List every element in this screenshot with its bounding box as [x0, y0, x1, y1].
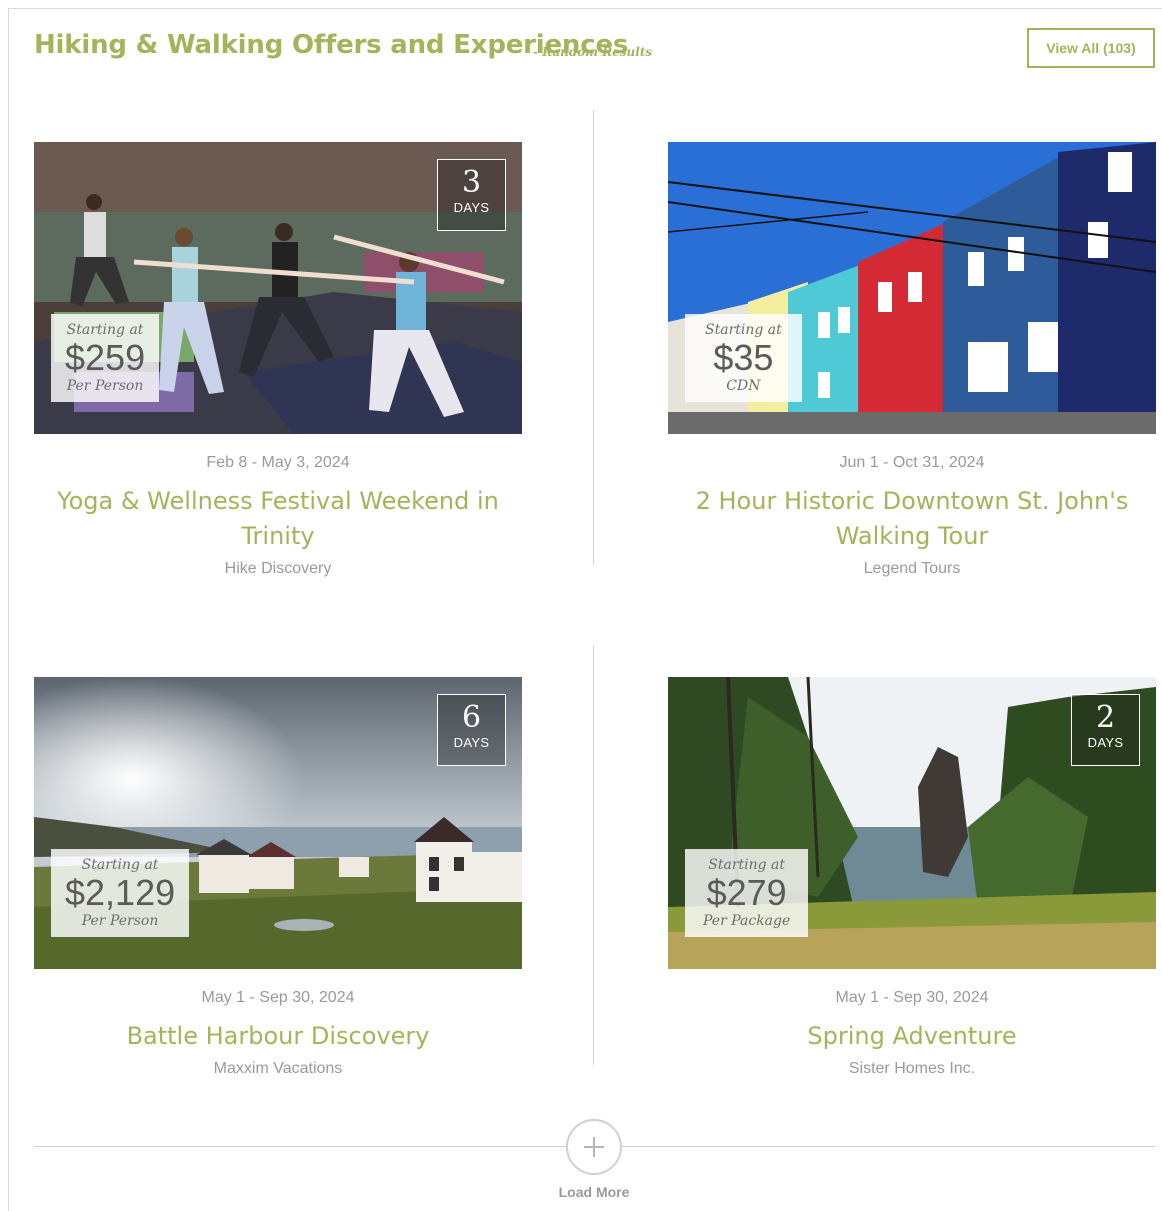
- offer-vendor: Sister Homes Inc.: [848, 1060, 976, 1077]
- view-all-button[interactable]: View All (103): [1027, 28, 1155, 68]
- offer-dates: May 1 - Sep 30, 2024: [201, 989, 355, 1006]
- days-label: DAYS: [453, 200, 490, 215]
- price-prefix: Starting at: [708, 857, 786, 873]
- days-badge: 2 DAYS: [1071, 694, 1140, 766]
- offer-image-battle-harbour[interactable]: 6 DAYS Starting at $2,129 Per Person: [34, 677, 522, 969]
- offer-dates: Feb 8 - May 3, 2024: [206, 454, 350, 471]
- price-prefix: Starting at: [705, 322, 782, 338]
- price-unit: Per Person: [66, 378, 144, 394]
- offer-vendor: Legend Tours: [863, 560, 961, 577]
- price-unit: Per Package: [703, 913, 791, 929]
- days-number: 2: [1095, 700, 1116, 735]
- offer-card[interactable]: Starting at $35 CDN Jun 1 - Oct 31, 2024…: [668, 142, 1156, 578]
- offer-dates: May 1 - Sep 30, 2024: [835, 989, 989, 1006]
- price-value: $259: [65, 337, 146, 378]
- random-results-note: - Random Results: [533, 45, 653, 59]
- days-label: DAYS: [1087, 735, 1124, 750]
- offer-image-sea-stack[interactable]: 2 DAYS Starting at $279 Per Package: [668, 677, 1156, 969]
- price-badge: Starting at $35 CDN: [685, 314, 802, 402]
- offer-card[interactable]: 2 DAYS Starting at $279 Per Package May …: [668, 677, 1156, 1078]
- offer-dates: Jun 1 - Oct 31, 2024: [839, 454, 985, 471]
- price-prefix: Starting at: [66, 322, 144, 338]
- price-badge: Starting at $259 Per Person: [51, 314, 160, 402]
- load-more-label[interactable]: Load More: [534, 1184, 654, 1200]
- offer-title-link[interactable]: 2 Hour Historic Downtown St. John's Walk…: [668, 484, 1156, 554]
- column-divider: [593, 110, 594, 565]
- offer-vendor: Hike Discovery: [224, 560, 332, 577]
- offer-vendor: Maxxim Vacations: [213, 1060, 343, 1077]
- days-badge: 6 DAYS: [437, 694, 506, 766]
- price-unit: Per Person: [81, 913, 159, 929]
- days-number: 3: [461, 165, 482, 200]
- offer-card[interactable]: 3 DAYS Starting at $259 Per Person Feb 8…: [34, 142, 522, 578]
- offer-image-jellybean-row[interactable]: Starting at $35 CDN: [668, 142, 1156, 434]
- price-value: $35: [713, 337, 774, 378]
- offer-title-link[interactable]: Battle Harbour Discovery: [34, 1019, 522, 1054]
- offer-title-link[interactable]: Spring Adventure: [668, 1019, 1156, 1054]
- price-badge: Starting at $2,129 Per Person: [51, 849, 190, 937]
- column-divider: [593, 645, 594, 1065]
- price-prefix: Starting at: [81, 857, 159, 873]
- days-badge: 3 DAYS: [437, 159, 506, 231]
- offer-card[interactable]: 6 DAYS Starting at $2,129 Per Person May…: [34, 677, 522, 1078]
- offer-image-yoga[interactable]: 3 DAYS Starting at $259 Per Person: [34, 142, 522, 434]
- price-badge: Starting at $279 Per Package: [685, 849, 809, 937]
- offer-title-link[interactable]: Yoga & Wellness Festival Weekend in Trin…: [34, 484, 522, 554]
- days-number: 6: [461, 700, 482, 735]
- load-more-button[interactable]: [566, 1119, 622, 1175]
- price-unit: CDN: [726, 378, 761, 394]
- price-value: $279: [706, 872, 787, 913]
- plus-icon: [584, 1137, 604, 1157]
- days-label: DAYS: [453, 735, 490, 750]
- price-value: $2,129: [65, 872, 176, 913]
